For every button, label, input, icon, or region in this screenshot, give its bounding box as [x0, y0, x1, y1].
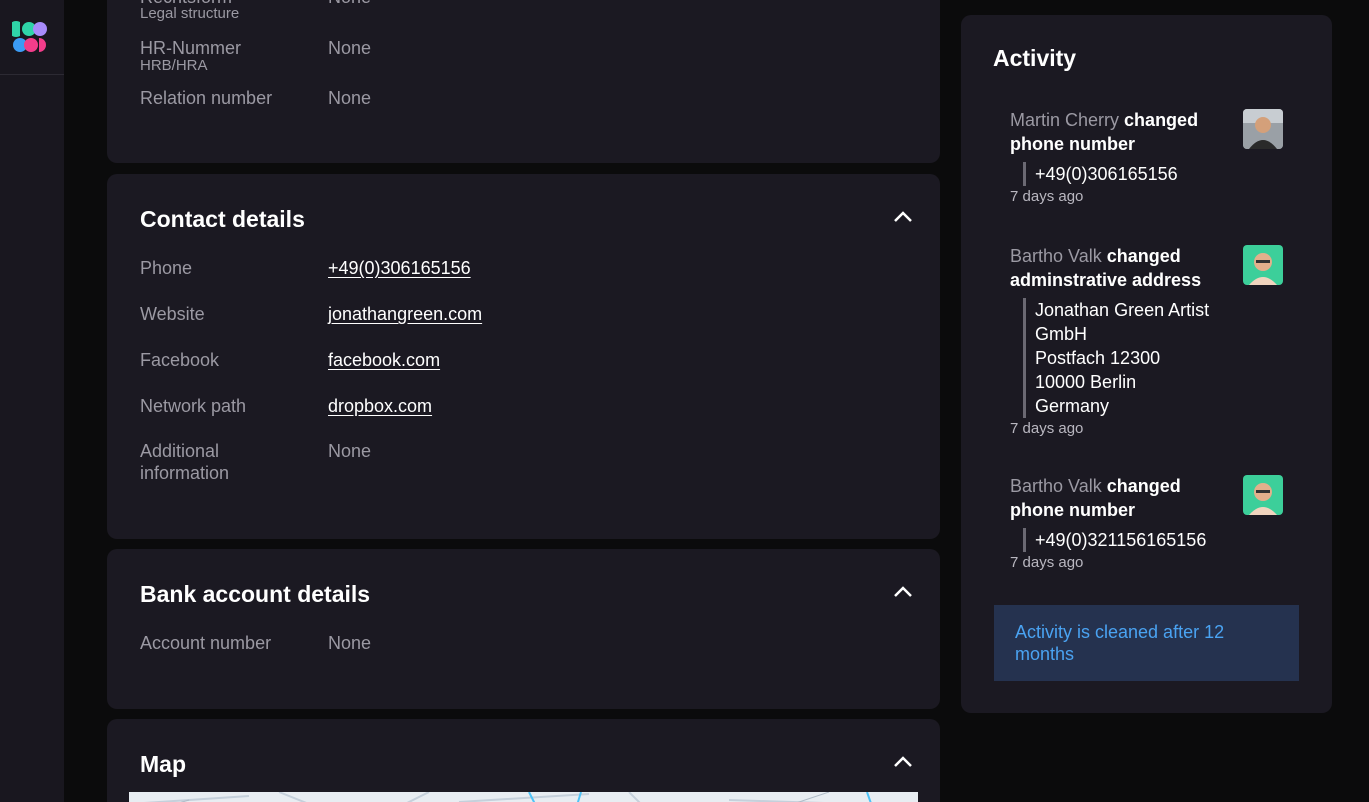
activity-time: 7 days ago — [1010, 420, 1084, 437]
app-logo-icon[interactable] — [12, 20, 48, 54]
activity-user[interactable]: Bartho Valk — [1010, 476, 1102, 496]
activity-user[interactable]: Martin Cherry — [1010, 110, 1119, 130]
hr-number-value: None — [328, 38, 372, 58]
relation-number-label: Relation number — [140, 88, 273, 108]
relation-number-value: None — [328, 88, 372, 108]
account-number-value: None — [328, 633, 372, 653]
activity-detail: Jonathan Green Artist GmbH Postfach 1230… — [1023, 298, 1233, 418]
map-streets-graphic — [129, 792, 918, 802]
activity-detail-line: +49(0)306165156 — [1035, 164, 1178, 184]
hr-number-sub: HRB/HRA — [140, 57, 208, 74]
company-info-card: Rechtsform None Legal structure HR-Numme… — [107, 0, 940, 163]
user-avatar-icon — [1243, 109, 1283, 149]
legal-form-sub: Legal structure — [140, 5, 240, 22]
activity-heading: Bartho Valk changed adminstrative addres… — [1010, 244, 1225, 292]
user-avatar-icon — [1243, 245, 1283, 285]
bank-account-card: Bank account details Account number None — [107, 549, 940, 709]
chevron-up-icon[interactable] — [892, 585, 914, 599]
network-path-label: Network path — [140, 396, 247, 416]
phone-label: Phone — [140, 258, 193, 278]
hr-number-label: HR-Nummer — [140, 38, 241, 58]
bank-account-title: Bank account details — [140, 581, 371, 607]
activity-time: 7 days ago — [1010, 188, 1084, 205]
account-number-label: Account number — [140, 633, 272, 653]
activity-detail-line: +49(0)321156165156 — [1035, 530, 1207, 550]
left-rail — [0, 0, 64, 802]
activity-heading: Bartho Valk changed phone number — [1010, 474, 1225, 522]
activity-detail-line: Jonathan Green Artist GmbH — [1035, 300, 1210, 344]
activity-detail: +49(0)321156165156 — [1023, 528, 1233, 552]
chevron-up-icon[interactable] — [892, 210, 914, 224]
logo-area — [0, 0, 64, 75]
chevron-up-icon[interactable] — [892, 755, 914, 769]
website-label: Website — [140, 304, 205, 324]
activity-detail-line: 10000 Berlin — [1035, 372, 1137, 392]
additional-information-label: Additional information — [140, 441, 230, 483]
avatar[interactable] — [1243, 109, 1283, 149]
activity-panel: Activity Martin Cherry changed phone num… — [961, 15, 1332, 713]
activity-title: Activity — [993, 45, 1077, 71]
phone-link[interactable]: +49(0)306165156 — [328, 257, 471, 279]
map-view[interactable] — [129, 792, 918, 802]
avatar[interactable] — [1243, 475, 1283, 515]
contact-details-title: Contact details — [140, 206, 305, 232]
legal-form-value: None — [328, 0, 371, 8]
network-path-link[interactable]: dropbox.com — [328, 395, 432, 417]
activity-detail-line: Postfach 12300 — [1035, 348, 1161, 368]
activity-detail-line: Germany — [1035, 396, 1110, 416]
activity-user[interactable]: Bartho Valk — [1010, 246, 1102, 266]
avatar[interactable] — [1243, 245, 1283, 285]
map-card: Map — [107, 719, 940, 802]
additional-information-value: None — [328, 441, 372, 461]
map-title: Map — [140, 751, 186, 777]
activity-detail: +49(0)306165156 — [1023, 162, 1233, 186]
facebook-label: Facebook — [140, 350, 220, 370]
user-avatar-icon — [1243, 475, 1283, 515]
activity-retention-notice: Activity is cleaned after 12 months — [994, 605, 1299, 681]
website-link[interactable]: jonathangreen.com — [328, 303, 482, 325]
activity-heading: Martin Cherry changed phone number — [1010, 108, 1225, 156]
activity-time: 7 days ago — [1010, 554, 1084, 571]
contact-details-card: Contact details Phone +49(0)306165156 We… — [107, 174, 940, 539]
facebook-link[interactable]: facebook.com — [328, 349, 440, 371]
